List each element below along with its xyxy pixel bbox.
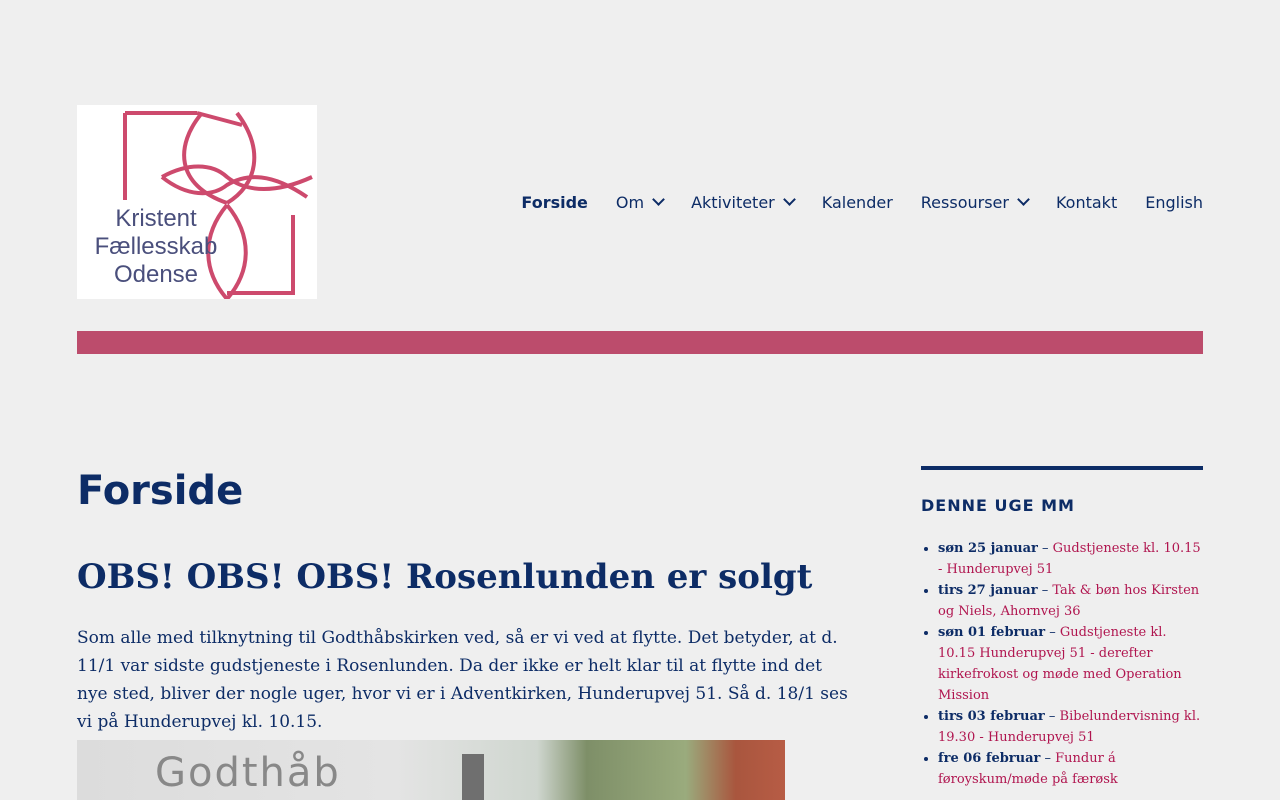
event-date: tirs 27 januar <box>938 583 1038 598</box>
nav-item-kontakt[interactable]: Kontakt <box>1056 193 1117 212</box>
event-item: tirs 03 februar – Bibelundervisning kl. … <box>938 706 1203 748</box>
event-list: søn 25 januar – Gudstjeneste kl. 10.15 -… <box>921 538 1203 790</box>
image-sign-post <box>462 754 484 800</box>
main-navigation: Forside Om Aktiviteter Kalender Ressours… <box>521 190 1203 214</box>
logo-line: Odense <box>113 261 199 288</box>
header-banner <box>77 331 1203 354</box>
event-item: fre 06 februar – Fundur á føroyskum/møde… <box>938 748 1203 790</box>
logo-wordmark: Kristent Fællesskab Odense <box>81 205 231 289</box>
chevron-down-icon[interactable] <box>652 193 665 206</box>
event-date: tirs 03 februar <box>938 709 1045 724</box>
nav-item-english[interactable]: English <box>1145 193 1203 212</box>
main-content: Forside OBS! OBS! OBS! Rosenlunden er so… <box>77 463 848 736</box>
event-date: fre 06 februar <box>938 751 1041 766</box>
post-image: Godthåb <box>77 740 785 800</box>
sidebar: DENNE UGE MM søn 25 januar – Gudstjenest… <box>921 466 1203 790</box>
event-item: søn 01 februar – Gudstjeneste kl. 10.15 … <box>938 622 1203 706</box>
nav-item-label: English <box>1145 192 1203 212</box>
logo-line: Kristent <box>115 205 197 232</box>
image-sign-text: Godthåb <box>155 750 341 796</box>
chevron-down-icon[interactable] <box>782 193 796 206</box>
nav-item-label: Kontakt <box>1055 192 1118 212</box>
widget-title: DENNE UGE MM <box>921 496 1075 515</box>
nav-item-label: Aktiviteter <box>691 192 775 212</box>
event-separator: – <box>1044 709 1060 724</box>
nav-item-kalender[interactable]: Kalender <box>822 193 893 212</box>
site-logo[interactable]: Kristent Fællesskab Odense <box>77 105 317 299</box>
event-separator: – <box>1037 541 1053 556</box>
event-item: søn 25 januar – Gudstjeneste kl. 10.15 -… <box>938 538 1203 580</box>
nav-item-label: Ressourser <box>920 192 1009 212</box>
event-separator: – <box>1045 625 1060 640</box>
nav-item-om[interactable]: Om <box>615 192 665 212</box>
event-date: søn 25 januar <box>938 541 1038 556</box>
event-date: søn 01 februar <box>938 625 1046 640</box>
nav-item-label: Kalender <box>821 192 893 212</box>
nav-item-forside[interactable]: Forside <box>521 193 587 212</box>
nav-item-label: Forside <box>521 192 588 212</box>
event-separator: – <box>1037 583 1053 598</box>
page-title: Forside <box>77 468 244 514</box>
post-body: Som alle med tilknytning til Godthåbskir… <box>77 628 848 732</box>
nav-item-aktiviteter[interactable]: Aktiviteter <box>691 192 796 212</box>
event-separator: – <box>1040 751 1056 766</box>
nav-item-label: Om <box>615 192 645 212</box>
logo-line: Fællesskab <box>94 233 218 260</box>
nav-item-ressourser[interactable]: Ressourser <box>920 192 1030 212</box>
event-item: tirs 27 januar – Tak & bøn hos Kirsten o… <box>938 580 1203 622</box>
chevron-down-icon[interactable] <box>1017 193 1030 206</box>
post-title[interactable]: OBS! OBS! OBS! Rosenlunden er solgt <box>77 556 847 598</box>
